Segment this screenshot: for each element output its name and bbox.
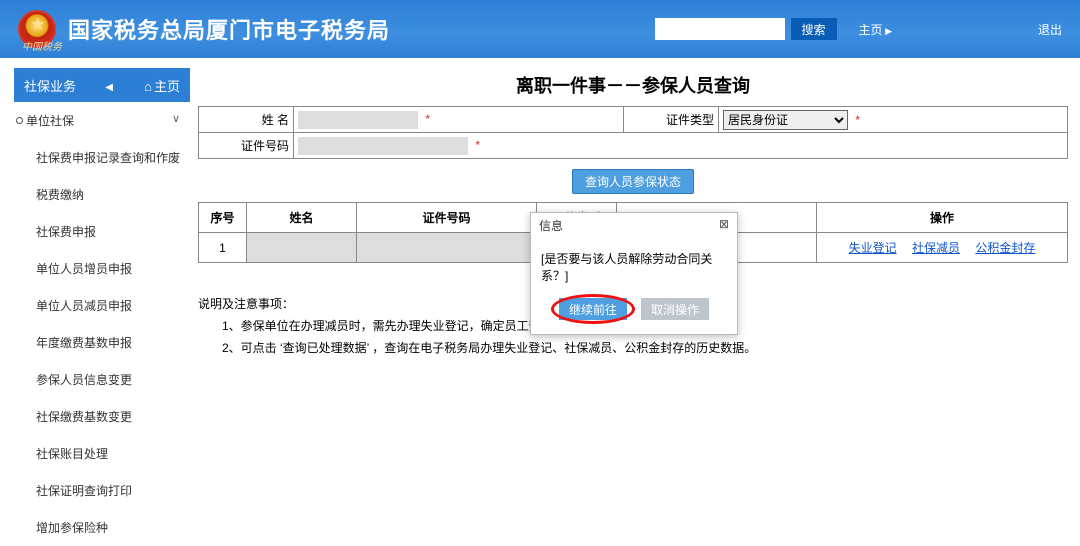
cell-seq: 1 [199,233,247,263]
col-docno: 证件号码 [357,203,537,233]
required-icon: * [855,113,860,127]
page-title: 离职一件事－－参保人员查询 [198,72,1068,98]
sidebar-item[interactable]: 社保缴费基数变更 [14,398,190,435]
sidebar-item[interactable]: 单位人员增员申报 [14,250,190,287]
home-link[interactable]: 主页 [859,21,892,38]
col-ops: 操作 [817,203,1068,233]
cancel-button[interactable]: 取消操作 [641,298,709,320]
sidebar-item[interactable]: 年度缴费基数申报 [14,324,190,361]
op-fund-seal[interactable]: 公积金封存 [975,241,1035,255]
note-line: 2、可点击 ‘查询已处理数据’ ，查询在电子税务局办理失业登记、社保减员、公积金… [198,337,1068,359]
sidebar-item[interactable]: 社保费申报 [14,213,190,250]
col-name: 姓名 [247,203,357,233]
name-input[interactable] [298,111,418,129]
doc-no-input[interactable] [298,137,468,155]
search-button[interactable]: 搜索 [791,18,837,40]
confirm-button[interactable]: 继续前往 [559,298,627,320]
sidebar-menu: 单位社保 社保费申报记录查询和作废 税费缴纳 社保费申报 单位人员增员申报 单位… [14,102,190,546]
close-icon[interactable]: ⊠ [719,217,729,234]
dialog-message: [是否要与该人员解除劳动合同关系？] [531,238,737,288]
doc-type-select[interactable]: 居民身份证 [723,110,848,130]
sidebar-item[interactable]: 单位人员减员申报 [14,287,190,324]
sidebar-item[interactable]: 增加参保险种 [14,509,190,546]
sidebar-item[interactable]: 社保费申报记录查询和作废 [14,139,190,176]
slogan-script: 中国税务 [22,38,62,53]
app-header: 中国税务 国家税务总局厦门市电子税务局 搜索 主页 退出 [0,0,1080,58]
dialog-title: 信息 [539,217,563,234]
logout-link[interactable]: 退出 [1038,21,1062,38]
sidebar-item[interactable]: 参保人员信息变更 [14,361,190,398]
label-doc-no: 证件号码 [199,133,294,159]
label-name: 姓 名 [199,107,294,133]
sidebar-item[interactable]: 社保账目处理 [14,435,190,472]
sidebar-group-unit-social[interactable]: 单位社保 [14,102,190,139]
required-icon: * [475,138,480,152]
sidebar-item[interactable]: 税费缴纳 [14,176,190,213]
col-seq: 序号 [199,203,247,233]
required-icon: * [425,112,430,126]
sidebar-top-label: 社保业务 [24,76,76,95]
confirm-dialog: 信息 ⊠ [是否要与该人员解除劳动合同关系？] 继续前往 取消操作 [530,212,738,335]
cell-ops: 失业登记 社保减员 公积金封存 [817,233,1068,263]
label-doc-type: 证件类型 [624,107,719,133]
sidebar-item[interactable]: 社保证明查询打印 [14,472,190,509]
sidebar-back-arrow-icon[interactable] [105,78,115,93]
sidebar: 社保业务 主页 单位社保 社保费申报记录查询和作废 税费缴纳 社保费申报 单位人… [0,58,190,546]
query-form: 姓 名 * 证件类型 居民身份证 * 证件号码 * [198,106,1068,159]
op-social-remove[interactable]: 社保减员 [912,241,960,255]
query-button[interactable]: 查询人员参保状态 [572,169,694,194]
cell-docno [357,233,537,263]
op-unemployment-register[interactable]: 失业登记 [849,241,897,255]
sidebar-home-link[interactable]: 主页 [144,76,180,95]
sidebar-header: 社保业务 主页 [14,68,190,102]
cell-name [247,233,357,263]
site-title: 国家税务总局厦门市电子税务局 [68,13,390,45]
search-input[interactable] [655,18,785,40]
